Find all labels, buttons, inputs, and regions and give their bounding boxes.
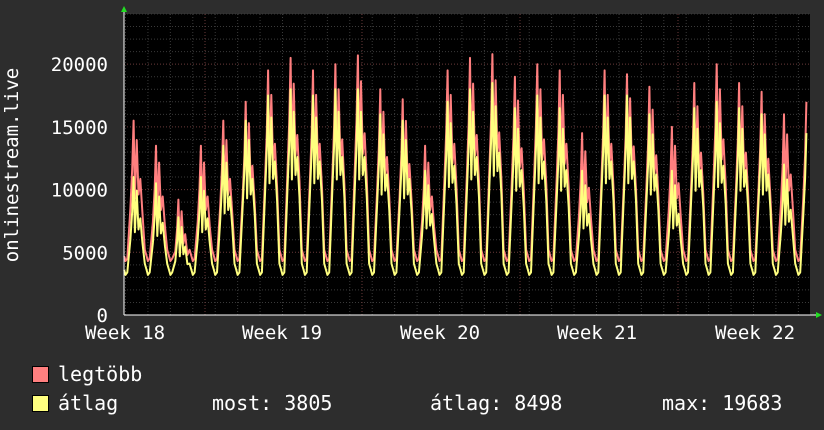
y-axis-label: onlinestream.live <box>1 68 23 262</box>
y-tick-label: 5000 <box>62 242 108 264</box>
x-axis-arrow-icon <box>816 312 822 318</box>
y-tick-label: 15000 <box>51 117 108 139</box>
x-tick-label: Week 20 <box>400 322 480 344</box>
legend-label-avg: átlag <box>58 391 119 415</box>
stat-average: átlag: 8498 <box>430 391 563 415</box>
legend-swatch-avg <box>32 395 49 412</box>
y-tick-label: 10000 <box>51 180 108 202</box>
y-axis-arrow-icon <box>121 6 127 12</box>
x-tick-label: Week 18 <box>85 322 165 344</box>
stat-max: max: 19683 <box>662 391 783 415</box>
x-tick-label: Week 22 <box>715 322 795 344</box>
x-tick-label: Week 21 <box>557 322 637 344</box>
x-tick-label: Week 19 <box>242 322 322 344</box>
legend-label-max: legtöbb <box>58 362 143 386</box>
legend-swatch-max <box>32 366 49 383</box>
y-tick-label: 20000 <box>51 54 108 76</box>
stat-now: most: 3805 <box>212 391 333 415</box>
